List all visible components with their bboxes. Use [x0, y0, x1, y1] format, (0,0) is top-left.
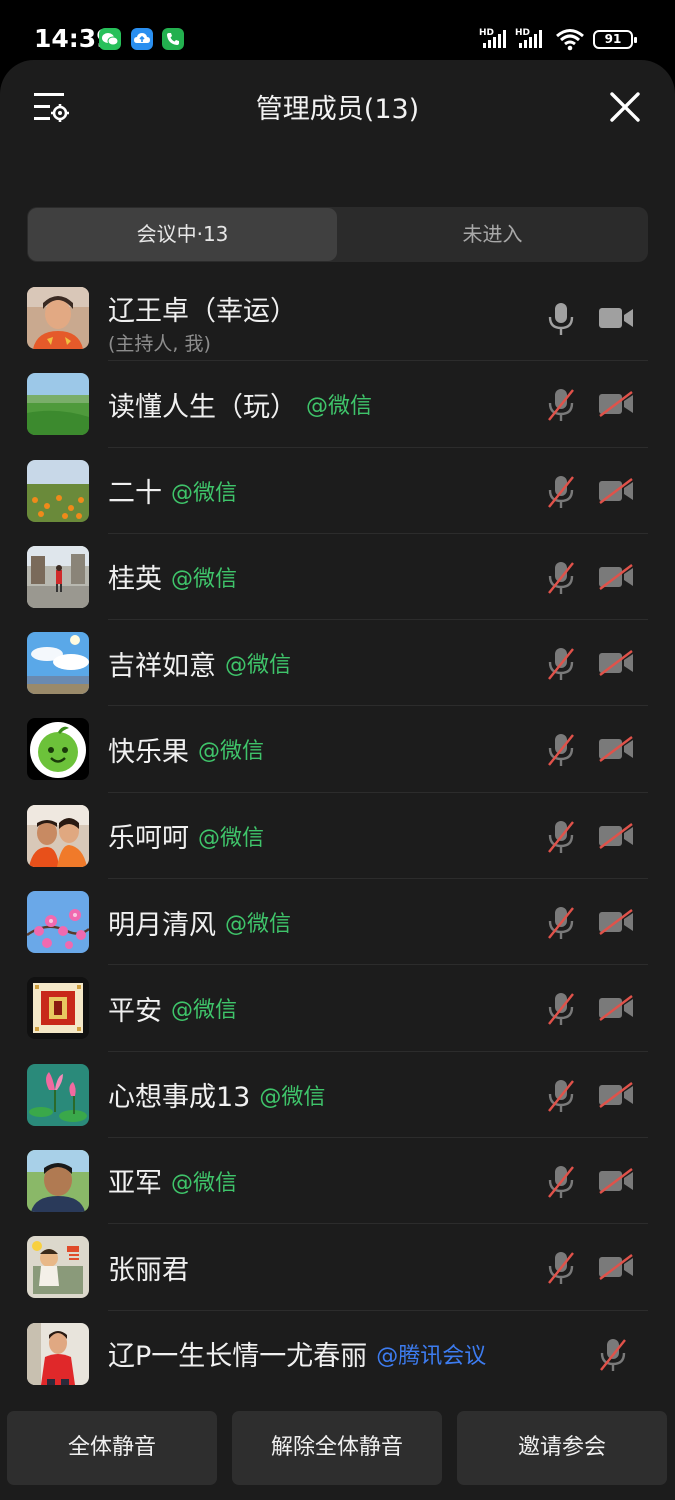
wechat-icon — [99, 28, 121, 50]
member-name: 辽王卓（幸运） — [108, 296, 297, 327]
signal-2-icon: HD — [515, 28, 542, 48]
close-icon[interactable] — [608, 90, 642, 124]
tab-in-meeting[interactable]: 会议中·13 — [28, 208, 337, 261]
member-source: @腾讯会议 — [376, 1343, 487, 1369]
member-row[interactable]: 平安 @微信 — [0, 965, 675, 1052]
mic-muted-icon[interactable] — [546, 474, 576, 510]
member-row[interactable]: 二十 @微信 — [0, 448, 675, 534]
member-tabs: 会议中·13 未进入 — [27, 207, 648, 262]
member-name: 快乐果 — [108, 736, 189, 768]
mic-muted-icon[interactable] — [546, 819, 576, 855]
avatar — [27, 1149, 89, 1212]
signal-1-icon: HD — [479, 28, 506, 48]
member-list: 辽王卓（幸运） (主持人, 我) 读懂人生（玩） @微信 二十 @微信 桂英 @… — [0, 275, 675, 1397]
member-name: 心想事成13 — [108, 1082, 251, 1114]
tab-not-joined[interactable]: 未进入 — [337, 207, 648, 262]
battery-indicator: 91 — [593, 30, 637, 49]
manage-members-panel: 管理成员(13) 会议中·13 未进入 辽王卓（幸运） (主持人, 我) 读懂人… — [0, 60, 675, 1500]
cloud-upload-icon — [131, 28, 153, 50]
member-name: 乐呵呵 — [108, 823, 189, 855]
avatar — [27, 373, 89, 436]
avatar — [27, 977, 89, 1040]
mic-muted-icon[interactable] — [546, 905, 576, 941]
svg-text:HD: HD — [515, 28, 530, 38]
member-source: @微信 — [306, 394, 373, 420]
member-name: 二十 — [108, 478, 162, 510]
member-role: (主持人, 我) — [108, 333, 211, 355]
camera-off-icon[interactable] — [598, 1254, 634, 1281]
member-name: 平安 — [108, 995, 162, 1027]
member-source: @微信 — [171, 998, 238, 1024]
member-source: @微信 — [171, 1170, 238, 1196]
invite-button[interactable]: 邀请参会 — [457, 1411, 667, 1485]
avatar — [27, 1063, 89, 1126]
member-name: 吉祥如意 — [108, 650, 216, 682]
mic-muted-icon[interactable] — [598, 1337, 628, 1373]
member-name: 张丽君 — [108, 1254, 189, 1286]
camera-off-icon[interactable] — [598, 822, 634, 849]
camera-off-icon[interactable] — [598, 391, 634, 418]
mic-muted-icon[interactable] — [546, 1164, 576, 1200]
camera-off-icon[interactable] — [598, 736, 634, 763]
member-row[interactable]: 明月清风 @微信 — [0, 879, 675, 966]
camera-off-icon[interactable] — [598, 477, 634, 504]
mic-muted-icon[interactable] — [546, 387, 576, 423]
mic-muted-icon[interactable] — [546, 732, 576, 768]
camera-off-icon[interactable] — [598, 1168, 634, 1194]
member-row[interactable]: 桂英 @微信 — [0, 534, 675, 621]
bottom-action-bar: 全体静音 解除全体静音 邀请参会 — [0, 1396, 675, 1500]
avatar — [27, 545, 89, 608]
member-name: 辽P一生长情一尤春丽 — [108, 1341, 368, 1373]
member-name: 亚军 — [108, 1168, 162, 1200]
mic-on-icon[interactable] — [546, 301, 576, 337]
member-row-host[interactable]: 辽王卓（幸运） (主持人, 我) — [0, 275, 675, 362]
page-title: 管理成员(13) — [255, 94, 420, 125]
camera-icon[interactable] — [598, 305, 634, 331]
member-row[interactable]: 吉祥如意 @微信 — [0, 620, 675, 707]
member-source: @微信 — [198, 825, 265, 851]
unmute-all-button[interactable]: 解除全体静音 — [232, 1411, 442, 1485]
avatar — [27, 459, 89, 522]
member-row[interactable]: 张丽君 — [0, 1224, 675, 1311]
member-name: 桂英 — [108, 564, 162, 596]
member-row[interactable]: 乐呵呵 @微信 — [0, 793, 675, 880]
avatar — [27, 891, 89, 954]
camera-off-icon[interactable] — [598, 1081, 634, 1108]
member-source: @微信 — [259, 1084, 326, 1110]
member-name: 明月清风 — [108, 909, 216, 941]
camera-off-icon[interactable] — [598, 650, 634, 677]
avatar — [27, 1322, 89, 1385]
avatar — [27, 718, 89, 781]
svg-text:HD: HD — [479, 28, 494, 38]
member-source: @微信 — [171, 566, 238, 592]
member-source: @微信 — [225, 912, 292, 938]
phone-icon — [162, 28, 184, 50]
mic-muted-icon[interactable] — [546, 1250, 576, 1286]
mic-muted-icon[interactable] — [546, 1078, 576, 1114]
status-bar: 14:39 HD HD 91 — [0, 0, 675, 62]
member-source: @微信 — [198, 739, 265, 765]
camera-off-icon[interactable] — [598, 909, 634, 936]
member-row[interactable]: 读懂人生（玩） @微信 — [0, 361, 675, 448]
mute-all-button[interactable]: 全体静音 — [7, 1411, 217, 1485]
avatar — [27, 632, 89, 695]
camera-off-icon[interactable] — [598, 563, 634, 590]
member-source: @微信 — [171, 480, 238, 506]
camera-off-icon[interactable] — [598, 995, 634, 1022]
avatar — [27, 287, 89, 349]
member-row[interactable]: 快乐果 @微信 — [0, 706, 675, 793]
mic-muted-icon[interactable] — [546, 646, 576, 682]
avatar — [27, 804, 89, 867]
avatar — [27, 1236, 89, 1299]
mic-muted-icon[interactable] — [546, 560, 576, 596]
member-name: 读懂人生（玩） — [108, 391, 297, 423]
member-row[interactable]: 辽P一生长情一尤春丽 @腾讯会议 — [0, 1311, 675, 1397]
mic-muted-icon[interactable] — [546, 991, 576, 1027]
member-row[interactable]: 亚军 @微信 — [0, 1138, 675, 1225]
member-source: @微信 — [225, 653, 292, 679]
member-row[interactable]: 心想事成13 @微信 — [0, 1052, 675, 1138]
wifi-icon — [556, 29, 584, 51]
